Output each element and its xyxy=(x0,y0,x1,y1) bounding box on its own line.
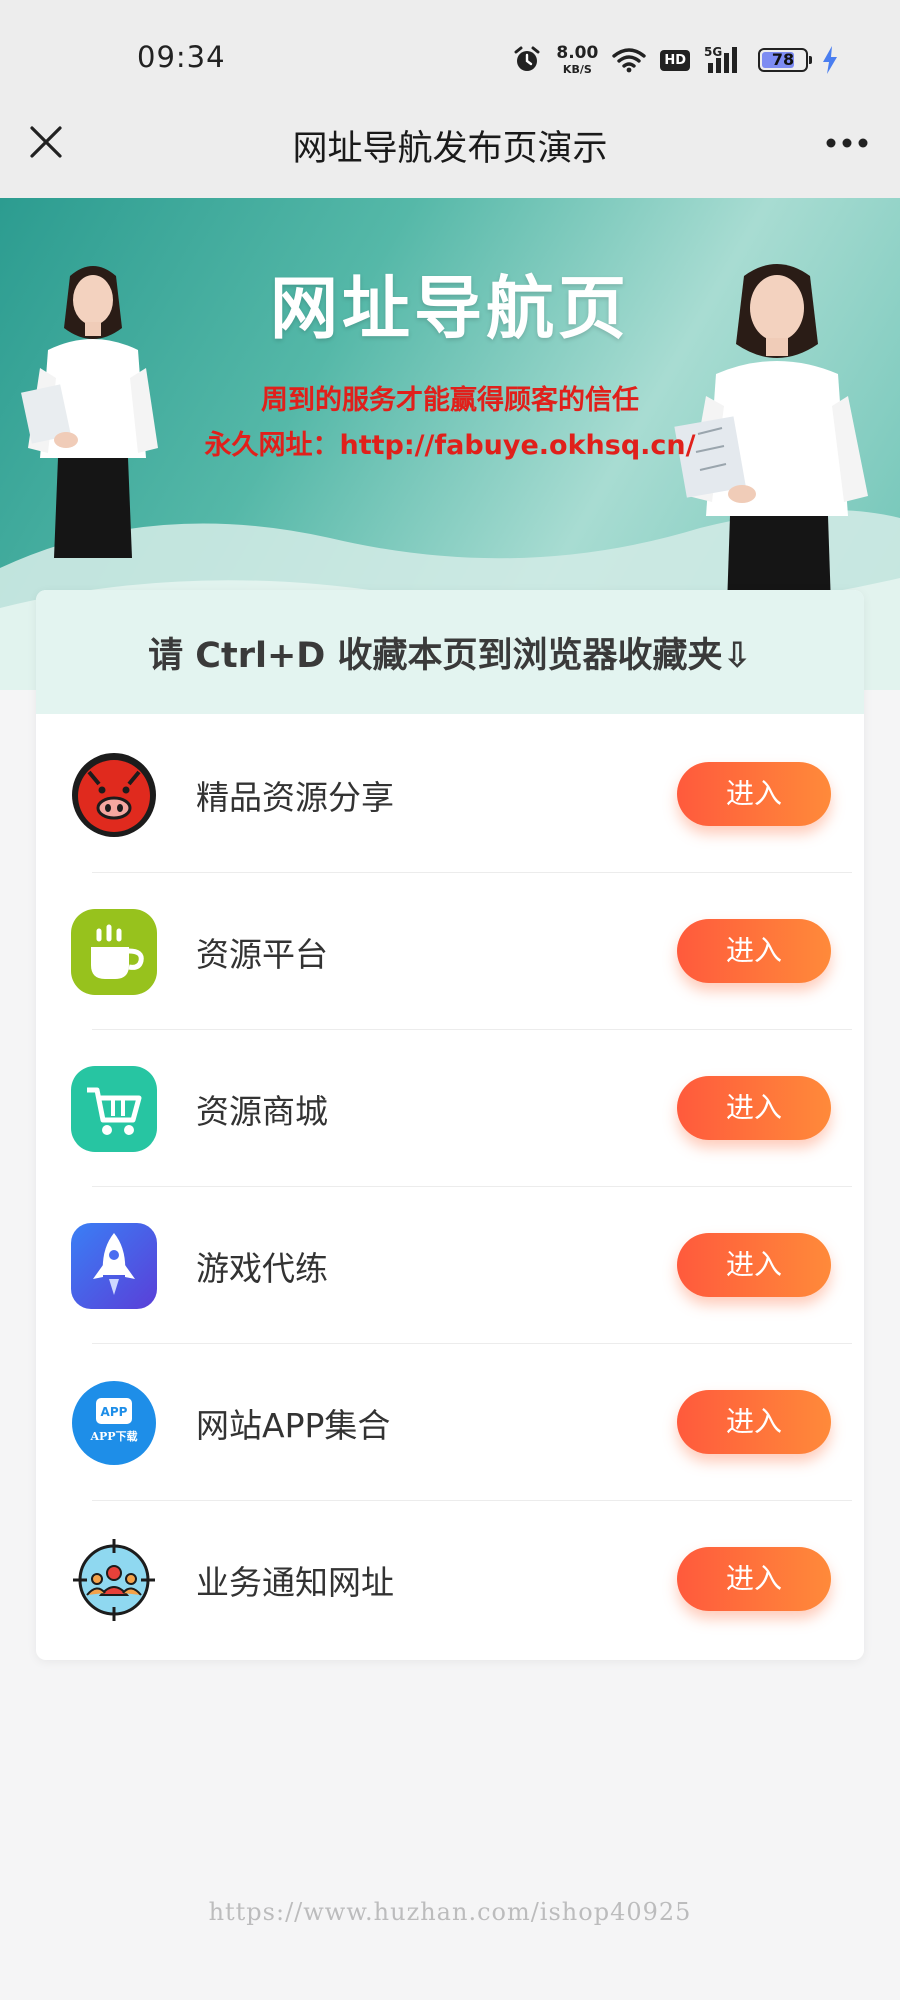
svg-text:5G: 5G xyxy=(704,45,722,59)
bookmark-notice: 请 Ctrl+D 收藏本页到浏览器收藏夹⇩ xyxy=(36,590,864,714)
item-label: 游戏代练 xyxy=(196,1249,328,1288)
charging-bolt-icon xyxy=(823,46,837,74)
more-dots-icon[interactable] xyxy=(824,128,870,158)
svg-text:APP下载: APP下载 xyxy=(89,1429,137,1443)
item-label: 资源平台 xyxy=(196,935,328,974)
hd-badge: HD xyxy=(660,49,690,71)
status-bar: 09:34 8.00 KB/S HD 5G 78 xyxy=(0,0,900,118)
list-item: 业务通知网址 进入 xyxy=(36,1501,864,1658)
enter-button[interactable]: 进入 xyxy=(677,1547,831,1611)
banner-permanent-url: 永久网址：http://fabuye.okhsq.cn/ xyxy=(204,430,696,461)
item-label: 资源商城 xyxy=(196,1092,328,1131)
app-download-icon: APP APP下载 xyxy=(72,1381,156,1465)
network-speed: 8.00 KB/S xyxy=(556,43,599,76)
list-item: 游戏代练 进入 xyxy=(36,1187,864,1344)
wifi-icon xyxy=(612,48,647,73)
watermark-text: https://www.huzhan.com/ishop40925 xyxy=(208,1898,692,1926)
rocket-icon xyxy=(71,1223,157,1309)
svg-text:APP: APP xyxy=(101,1405,128,1419)
item-label: 业务通知网址 xyxy=(196,1563,394,1602)
shopping-cart-icon xyxy=(71,1066,157,1152)
battery-indicator: 78 xyxy=(758,48,812,72)
signal-icon: 5G xyxy=(704,45,737,73)
enter-button[interactable]: 进入 xyxy=(677,1233,831,1297)
list-item: 资源平台 进入 xyxy=(36,873,864,1030)
enter-button[interactable]: 进入 xyxy=(677,1390,831,1454)
list-item: 精品资源分享 进入 xyxy=(36,716,864,873)
enter-button[interactable]: 进入 xyxy=(677,1076,831,1140)
alarm-icon xyxy=(514,46,540,71)
banner-slogan: 周到的服务才能赢得顾客的信任 xyxy=(261,385,639,416)
target-group-icon xyxy=(73,1539,155,1621)
coffee-cup-icon xyxy=(71,909,157,995)
status-icons: 8.00 KB/S HD 5G 78 xyxy=(512,40,838,80)
enter-button[interactable]: 进入 xyxy=(677,919,831,983)
banner-title: 网址导航页 xyxy=(269,270,630,349)
list-item: APP APP下载 网站APP集合 进入 xyxy=(36,1344,864,1501)
link-list: 精品资源分享 进入 资源平台 进入 资源商城 进入 游戏代练 进入 APP AP… xyxy=(36,716,864,1658)
list-item: 资源商城 进入 xyxy=(36,1030,864,1187)
page-title: 网址导航发布页演示 xyxy=(292,129,608,169)
item-label: 精品资源分享 xyxy=(196,778,394,817)
enter-button[interactable]: 进入 xyxy=(677,762,831,826)
status-time: 09:34 xyxy=(137,40,226,74)
pig-face-icon xyxy=(72,753,156,837)
item-label: 网站APP集合 xyxy=(196,1406,391,1445)
